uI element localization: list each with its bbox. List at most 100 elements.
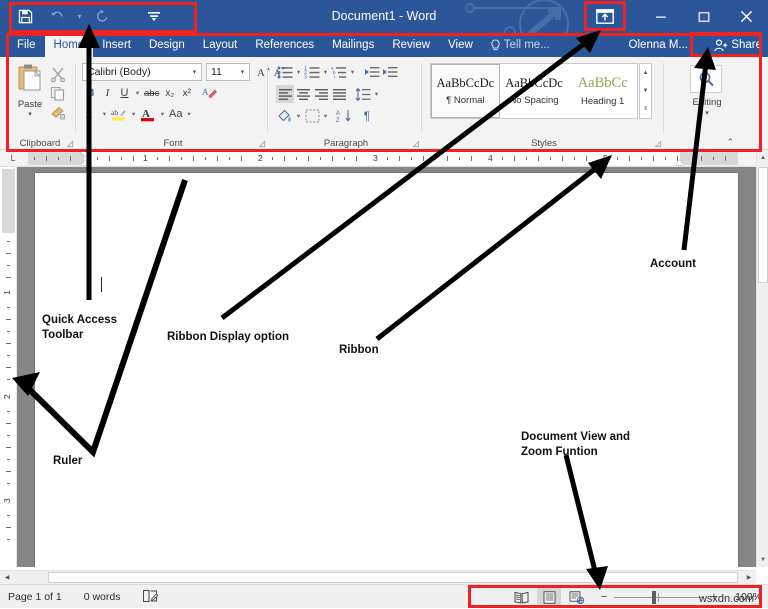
scroll-down-button[interactable]: ▼ bbox=[757, 552, 768, 567]
tab-insert[interactable]: Insert bbox=[93, 33, 140, 57]
increase-indent-button[interactable] bbox=[381, 63, 399, 81]
font-name-combobox[interactable]: Calibri (Body) ▾ bbox=[82, 63, 202, 81]
underline-caret[interactable]: ▾ bbox=[133, 89, 142, 97]
share-button[interactable]: Share bbox=[714, 33, 762, 57]
horizontal-ruler[interactable]: L 1 2 3 4 5 bbox=[0, 150, 756, 167]
subscript-button[interactable]: x₂ bbox=[161, 84, 178, 102]
shading-caret[interactable]: ▾ bbox=[294, 112, 303, 120]
font-dialog-launcher[interactable]: ◿ bbox=[259, 139, 265, 148]
cut-button[interactable] bbox=[50, 65, 66, 84]
print-layout-button[interactable] bbox=[537, 588, 561, 606]
sort-button[interactable]: A Z bbox=[335, 107, 353, 125]
font-color-button[interactable]: A bbox=[138, 105, 158, 123]
vertical-scrollbar[interactable]: ▲ ▼ bbox=[756, 150, 768, 567]
justify-button[interactable] bbox=[330, 85, 348, 103]
vertical-ruler[interactable]: 1 2 3 bbox=[0, 167, 17, 567]
web-layout-button[interactable] bbox=[565, 588, 589, 606]
shading-button[interactable] bbox=[276, 107, 294, 125]
hanging-indent-marker[interactable] bbox=[81, 160, 89, 165]
tab-home[interactable]: Home bbox=[44, 33, 94, 57]
styles-scroll-up-button[interactable]: ▲ bbox=[640, 64, 651, 82]
highlight-button[interactable]: ab bbox=[109, 105, 129, 123]
first-line-indent-marker[interactable] bbox=[81, 152, 89, 157]
editing-dropdown-caret[interactable]: ▾ bbox=[676, 109, 738, 117]
scroll-left-button[interactable]: ◀ bbox=[0, 571, 14, 584]
find-button[interactable] bbox=[690, 65, 722, 93]
line-spacing-button[interactable] bbox=[354, 85, 372, 103]
tab-view[interactable]: View bbox=[439, 33, 482, 57]
account-name[interactable]: Olenna M... bbox=[629, 33, 688, 57]
styles-dialog-launcher[interactable]: ◿ bbox=[655, 139, 661, 148]
maximize-button[interactable] bbox=[682, 0, 725, 33]
paste-button[interactable]: Paste ▾ bbox=[10, 63, 50, 118]
highlight-caret[interactable]: ▾ bbox=[129, 110, 138, 118]
zoom-out-button[interactable]: − bbox=[599, 591, 609, 603]
align-right-button[interactable] bbox=[312, 85, 330, 103]
scroll-right-button[interactable]: ▶ bbox=[742, 571, 756, 584]
font-size-caret[interactable]: ▾ bbox=[236, 68, 249, 76]
word-count[interactable]: 0 words bbox=[84, 591, 121, 603]
tab-mailings[interactable]: Mailings bbox=[323, 33, 383, 57]
document-page[interactable] bbox=[35, 173, 738, 567]
read-mode-button[interactable] bbox=[509, 588, 533, 606]
styles-more-button[interactable]: ≡ bbox=[640, 100, 651, 118]
clear-formatting-button[interactable]: A bbox=[200, 84, 219, 102]
bullets-caret[interactable]: ▾ bbox=[294, 68, 303, 76]
italic-button[interactable]: I bbox=[99, 84, 116, 102]
tab-review[interactable]: Review bbox=[383, 33, 439, 57]
bold-button[interactable]: B bbox=[82, 84, 99, 102]
right-indent-marker[interactable] bbox=[676, 160, 684, 165]
font-name-caret[interactable]: ▾ bbox=[188, 68, 201, 76]
bullets-button[interactable] bbox=[276, 63, 294, 81]
zoom-slider-thumb[interactable] bbox=[652, 591, 656, 604]
clipboard-dialog-launcher[interactable]: ◿ bbox=[67, 139, 73, 148]
tab-stop-selector[interactable]: L bbox=[2, 151, 24, 166]
borders-caret[interactable]: ▾ bbox=[321, 112, 330, 120]
horizontal-ruler-track[interactable]: 1 2 3 4 5 bbox=[28, 152, 738, 165]
tab-layout[interactable]: Layout bbox=[194, 33, 247, 57]
tab-references[interactable]: References bbox=[246, 33, 323, 57]
align-left-button[interactable] bbox=[276, 85, 294, 103]
strikethrough-button[interactable]: abc bbox=[142, 84, 161, 102]
change-case-button[interactable]: Aa bbox=[167, 105, 184, 123]
paragraph-dialog-launcher[interactable]: ◿ bbox=[413, 139, 419, 148]
multilevel-list-caret[interactable]: ▾ bbox=[348, 68, 357, 76]
text-effects-caret[interactable]: ▾ bbox=[100, 110, 109, 118]
style-heading-1[interactable]: AaBbCc Heading 1 bbox=[568, 64, 637, 118]
copy-button[interactable] bbox=[50, 84, 66, 103]
underline-button[interactable]: U bbox=[116, 84, 133, 102]
close-button[interactable] bbox=[725, 0, 768, 33]
scroll-up-button[interactable]: ▲ bbox=[757, 150, 768, 165]
minimize-button[interactable] bbox=[639, 0, 682, 33]
superscript-button[interactable]: x² bbox=[178, 84, 195, 102]
align-center-button[interactable] bbox=[294, 85, 312, 103]
horizontal-scrollbar-thumb[interactable] bbox=[48, 572, 738, 583]
zoom-slider-track[interactable] bbox=[614, 591, 704, 604]
multilevel-list-button[interactable]: a b i bbox=[330, 63, 348, 81]
font-color-caret[interactable]: ▾ bbox=[158, 110, 167, 118]
numbering-caret[interactable]: ▾ bbox=[321, 68, 330, 76]
font-size-combobox[interactable]: 11 ▾ bbox=[206, 63, 250, 81]
text-effects-button[interactable]: A bbox=[82, 105, 100, 123]
style-normal[interactable]: AaBbCcDc ¶ Normal bbox=[431, 64, 500, 118]
tab-design[interactable]: Design bbox=[140, 33, 194, 57]
collapse-ribbon-button[interactable]: ⌃ bbox=[726, 137, 734, 148]
horizontal-scrollbar[interactable]: ◀ ▶ bbox=[0, 570, 756, 584]
document-workspace[interactable] bbox=[17, 167, 756, 567]
numbering-button[interactable]: 1 2 3 bbox=[303, 63, 321, 81]
borders-button[interactable] bbox=[303, 107, 321, 125]
paste-dropdown-caret[interactable]: ▾ bbox=[10, 110, 50, 118]
change-case-caret[interactable]: ▾ bbox=[184, 110, 193, 118]
styles-scroll-down-button[interactable]: ▼ bbox=[640, 82, 651, 100]
vertical-scrollbar-thumb[interactable] bbox=[758, 167, 768, 283]
tab-file[interactable]: File bbox=[8, 33, 45, 57]
format-painter-button[interactable] bbox=[50, 103, 66, 122]
line-spacing-caret[interactable]: ▾ bbox=[372, 90, 381, 98]
ribbon-display-options-icon[interactable] bbox=[588, 4, 622, 29]
show-formatting-marks-button[interactable]: ¶ bbox=[358, 107, 376, 125]
tell-me-search[interactable]: Tell me... bbox=[482, 33, 558, 57]
proofing-status-icon[interactable] bbox=[142, 589, 159, 606]
style-no-spacing[interactable]: AaBbCcDc No Spacing bbox=[499, 64, 569, 118]
page-indicator[interactable]: Page 1 of 1 bbox=[8, 591, 62, 603]
decrease-indent-button[interactable] bbox=[363, 63, 381, 81]
